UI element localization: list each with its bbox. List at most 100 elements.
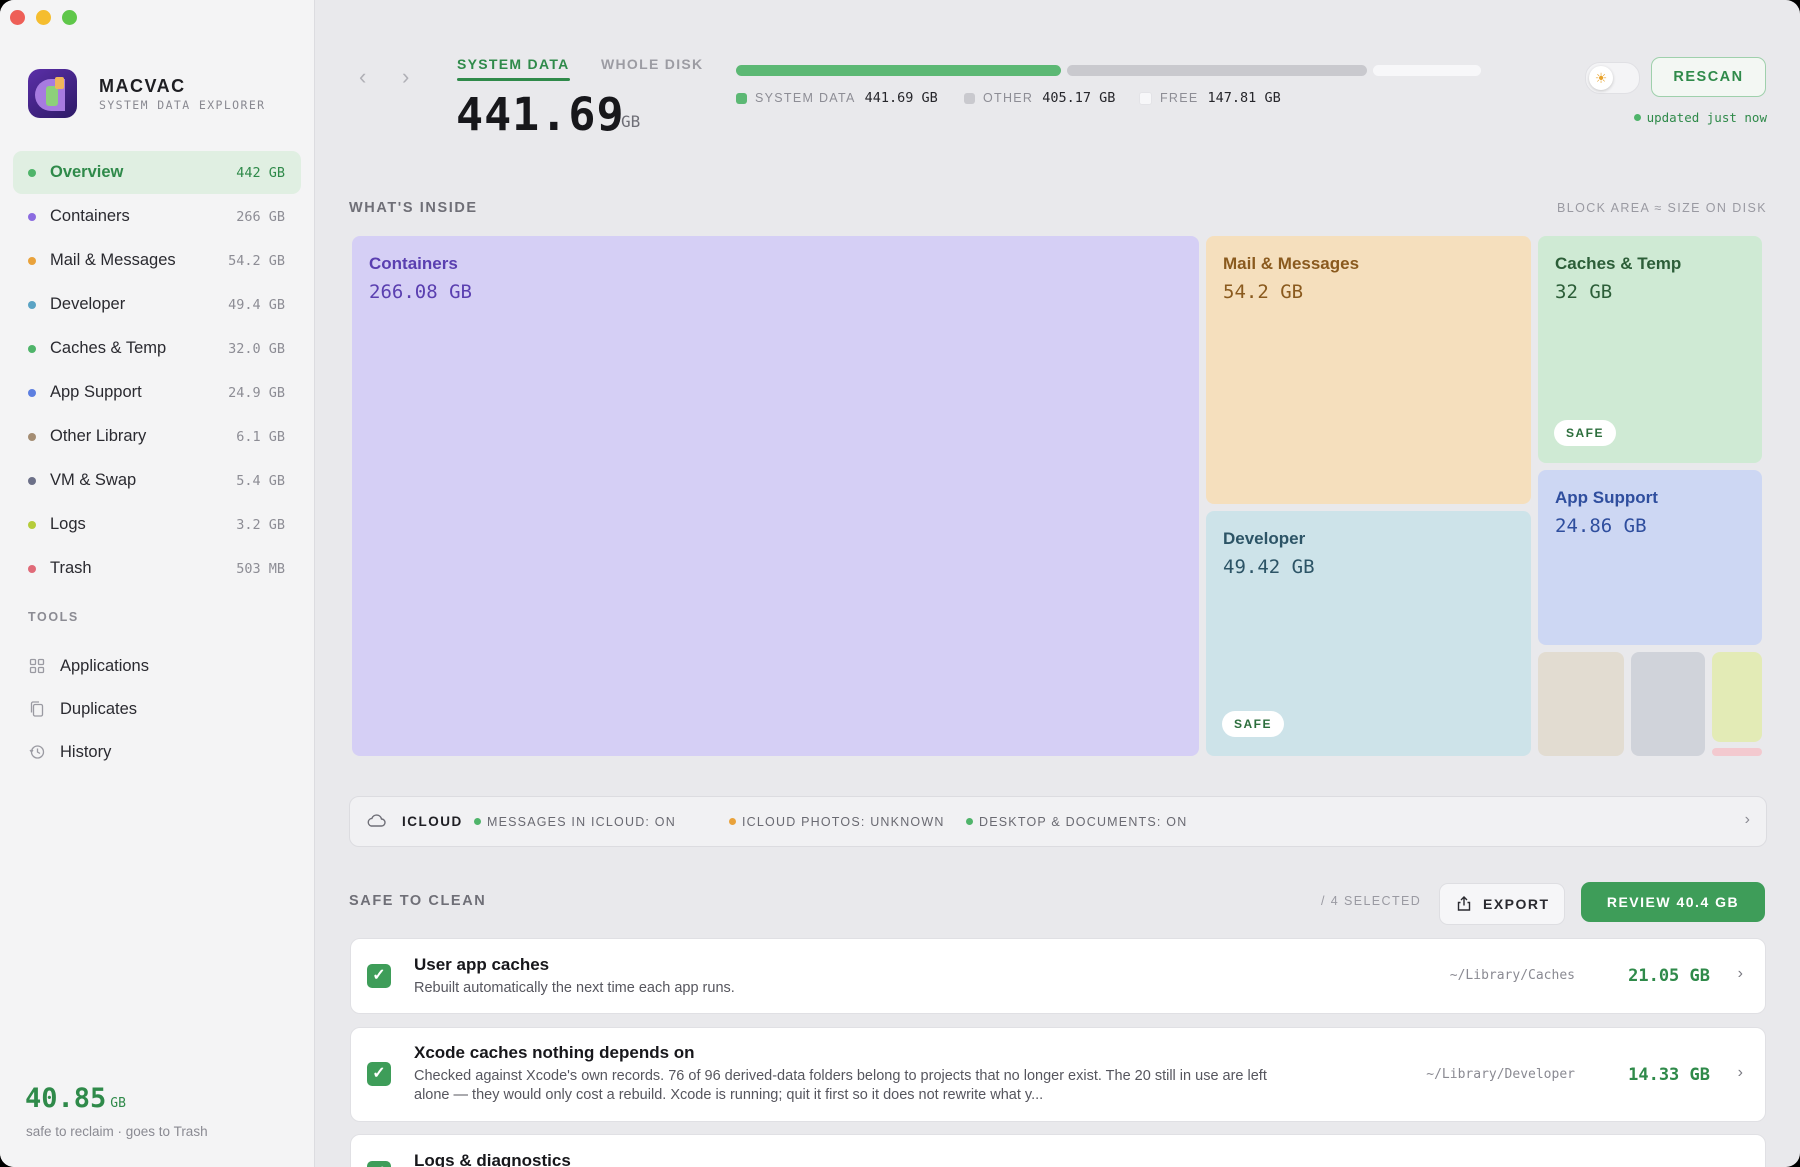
legend-system-data: SYSTEM DATA 441.69 GB — [736, 90, 938, 106]
sidebar-tool-history[interactable]: History — [13, 733, 301, 773]
treemap-tile-caches-temp[interactable]: Caches & Temp 32 GB SAFE — [1538, 236, 1762, 463]
row-checkbox[interactable]: ✓ — [367, 1062, 391, 1086]
cloud-icon — [367, 814, 386, 827]
category-dot-icon — [28, 301, 36, 309]
forward-arrow-icon[interactable]: › — [402, 64, 409, 90]
sidebar-item-label: VM & Swap — [50, 471, 137, 489]
row-size: 21.05 GB — [1628, 966, 1710, 986]
tab-system-data[interactable]: SYSTEM DATA — [457, 56, 570, 81]
treemap-tile-vm-swap[interactable] — [1631, 652, 1705, 756]
minimize-window-button[interactable] — [36, 10, 51, 25]
duplicate-files-icon — [30, 701, 44, 717]
icloud-status-messages: MESSAGES IN ICLOUD: ON — [474, 815, 676, 829]
sun-icon: ☀ — [1589, 66, 1613, 90]
row-checkbox[interactable]: ✓ — [367, 1161, 391, 1167]
chevron-right-icon: › — [1737, 1064, 1743, 1081]
selected-count: / 4 SELECTED — [1321, 894, 1422, 908]
grid-icon — [29, 658, 45, 674]
row-path: ~/Library/Developer — [1426, 1067, 1575, 1082]
checkmark-icon: ✓ — [372, 967, 386, 984]
zoom-window-button[interactable] — [62, 10, 77, 25]
legend-value: 441.69 GB — [864, 90, 938, 106]
main-content: ‹ › SYSTEM DATA WHOLE DISK 441.69 GB SYS… — [315, 0, 1800, 1167]
icloud-status-bar[interactable]: ICLOUD MESSAGES IN ICLOUD: ON ICLOUD PHO… — [349, 796, 1767, 847]
sidebar-item-label: Overview — [50, 163, 124, 181]
tool-label: Applications — [60, 657, 149, 675]
sidebar-item-logs[interactable]: Logs 3.2 GB — [13, 503, 301, 546]
export-button[interactable]: EXPORT — [1439, 883, 1565, 925]
sidebar-item-overview[interactable]: Overview 442 GB — [13, 151, 301, 194]
treemap-tile-logs[interactable] — [1712, 652, 1762, 742]
category-dot-icon — [28, 257, 36, 265]
tile-name: App Support — [1555, 488, 1658, 507]
theme-toggle[interactable]: ☀ — [1585, 62, 1640, 94]
close-window-button[interactable] — [10, 10, 25, 25]
total-size-value: 441.69 — [456, 88, 625, 141]
app-name: MACVAC — [99, 76, 186, 96]
tile-size: 54.2 GB — [1223, 281, 1304, 303]
legend-swatch — [964, 92, 975, 104]
legend-label: SYSTEM DATA — [755, 91, 856, 105]
treemap-tile-other-library[interactable] — [1538, 652, 1624, 756]
sidebar-item-label: Logs — [50, 515, 86, 533]
sidebar: MACVAC SYSTEM DATA EXPLORER Overview 442… — [0, 0, 315, 1167]
treemap-tile-mail-messages[interactable]: Mail & Messages 54.2 GB — [1206, 236, 1531, 504]
list-item[interactable]: ✓ Xcode caches nothing depends on Checke… — [350, 1027, 1766, 1122]
app-window: MACVAC SYSTEM DATA EXPLORER Overview 442… — [0, 0, 1800, 1167]
chevron-right-icon: › — [1737, 965, 1743, 982]
treemap-tile-trash[interactable] — [1712, 748, 1762, 756]
sidebar-item-label: Trash — [50, 559, 92, 577]
sidebar-item-size: 54.2 GB — [228, 253, 285, 269]
sidebar-item-caches-temp[interactable]: Caches & Temp 32.0 GB — [13, 327, 301, 370]
tools-heading: TOOLS — [28, 610, 79, 624]
category-dot-icon — [28, 169, 36, 177]
status-dot-icon — [966, 818, 973, 825]
category-dot-icon — [28, 521, 36, 529]
sidebar-item-vm-swap[interactable]: VM & Swap 5.4 GB — [13, 459, 301, 502]
tab-whole-disk[interactable]: WHOLE DISK — [601, 56, 703, 72]
sidebar-tool-duplicates[interactable]: Duplicates — [13, 690, 301, 730]
rescan-button[interactable]: RESCAN — [1651, 57, 1766, 97]
row-description: Rebuilt automatically the next time each… — [414, 980, 735, 996]
treemap-tile-containers[interactable]: Containers 266.08 GB — [352, 236, 1199, 756]
tile-size: 32 GB — [1555, 281, 1613, 303]
tile-size: 24.86 GB — [1555, 515, 1647, 537]
category-dot-icon — [28, 433, 36, 441]
sidebar-tool-applications[interactable]: Applications — [13, 647, 301, 687]
checkmark-icon: ✓ — [372, 1065, 386, 1082]
sidebar-item-other-library[interactable]: Other Library 6.1 GB — [13, 415, 301, 458]
sidebar-item-label: Developer — [50, 295, 126, 313]
sidebar-item-app-support[interactable]: App Support 24.9 GB — [13, 371, 301, 414]
back-arrow-icon[interactable]: ‹ — [359, 64, 366, 90]
tile-name: Caches & Temp — [1555, 254, 1682, 273]
row-checkbox[interactable]: ✓ — [367, 964, 391, 988]
share-export-icon — [1457, 896, 1471, 911]
icloud-status-text: DESKTOP & DOCUMENTS: ON — [979, 815, 1188, 829]
treemap-tile-developer[interactable]: Developer 49.42 GB SAFE — [1206, 511, 1531, 756]
review-button[interactable]: REVIEW 40.4 GB — [1581, 882, 1765, 922]
tool-label: History — [60, 743, 112, 761]
updated-status: updated just now — [1634, 110, 1767, 125]
tool-label: Duplicates — [60, 700, 138, 718]
sidebar-item-mail-messages[interactable]: Mail & Messages 54.2 GB — [13, 239, 301, 282]
reclaim-value: 40.85 — [25, 1083, 107, 1114]
sidebar-item-trash[interactable]: Trash 503 MB — [13, 547, 301, 590]
reclaim-unit: GB — [110, 1096, 126, 1111]
list-item[interactable]: ✓ Logs & diagnostics — [350, 1134, 1766, 1167]
sidebar-item-label: Mail & Messages — [50, 251, 176, 269]
sidebar-item-developer[interactable]: Developer 49.4 GB — [13, 283, 301, 326]
usage-bar-other — [1067, 65, 1367, 76]
treemap-tile-app-support[interactable]: App Support 24.86 GB — [1538, 470, 1762, 645]
sidebar-nav: Overview 442 GB Containers 266 GB Mail &… — [13, 151, 301, 591]
icloud-status-text: MESSAGES IN ICLOUD: ON — [487, 815, 676, 829]
category-dot-icon — [28, 389, 36, 397]
sidebar-item-containers[interactable]: Containers 266 GB — [13, 195, 301, 238]
icloud-title: ICLOUD — [402, 814, 463, 829]
app-logo-icon — [28, 69, 77, 118]
list-item[interactable]: ✓ User app caches Rebuilt automatically … — [350, 938, 1766, 1014]
icloud-status-desktop-documents: DESKTOP & DOCUMENTS: ON — [966, 815, 1187, 829]
safe-badge: SAFE — [1554, 420, 1617, 446]
sidebar-item-size: 442 GB — [236, 165, 285, 181]
usage-bar-system-data — [736, 65, 1061, 76]
icloud-status-text: ICLOUD PHOTOS: UNKNOWN — [742, 815, 945, 829]
